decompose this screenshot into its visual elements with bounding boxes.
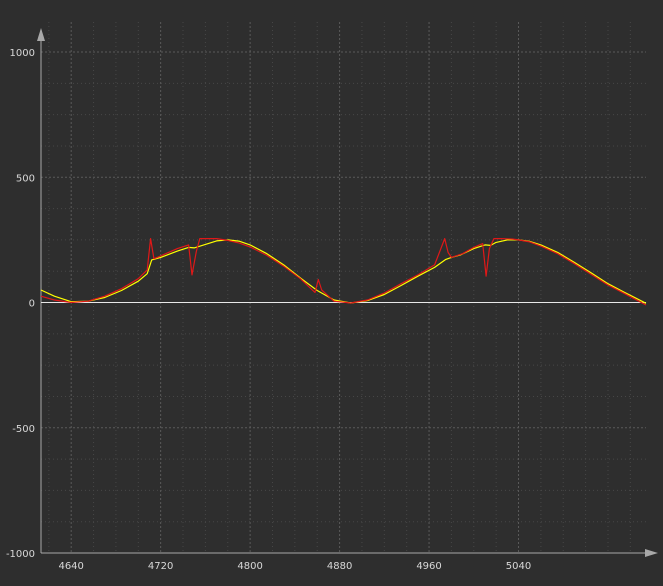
y-tick-label: 0 (29, 299, 35, 310)
y-tick-label: -500 (12, 424, 35, 435)
x-tick-label: 4800 (237, 561, 262, 572)
x-tick-label: 4640 (58, 561, 83, 572)
x-tick-label: 4880 (327, 561, 352, 572)
y-tick-label: -1000 (6, 549, 35, 560)
line-chart: 4640 4720 4800 4880 4960 5040 1000 500 0 -500 -100… (0, 0, 663, 586)
y-tick-label: 500 (16, 173, 35, 184)
x-tick-label: 4960 (416, 561, 441, 572)
x-tick-label: 5040 (506, 561, 531, 572)
x-tick-label: 4720 (148, 561, 173, 572)
y-tick-label: 1000 (10, 48, 35, 59)
